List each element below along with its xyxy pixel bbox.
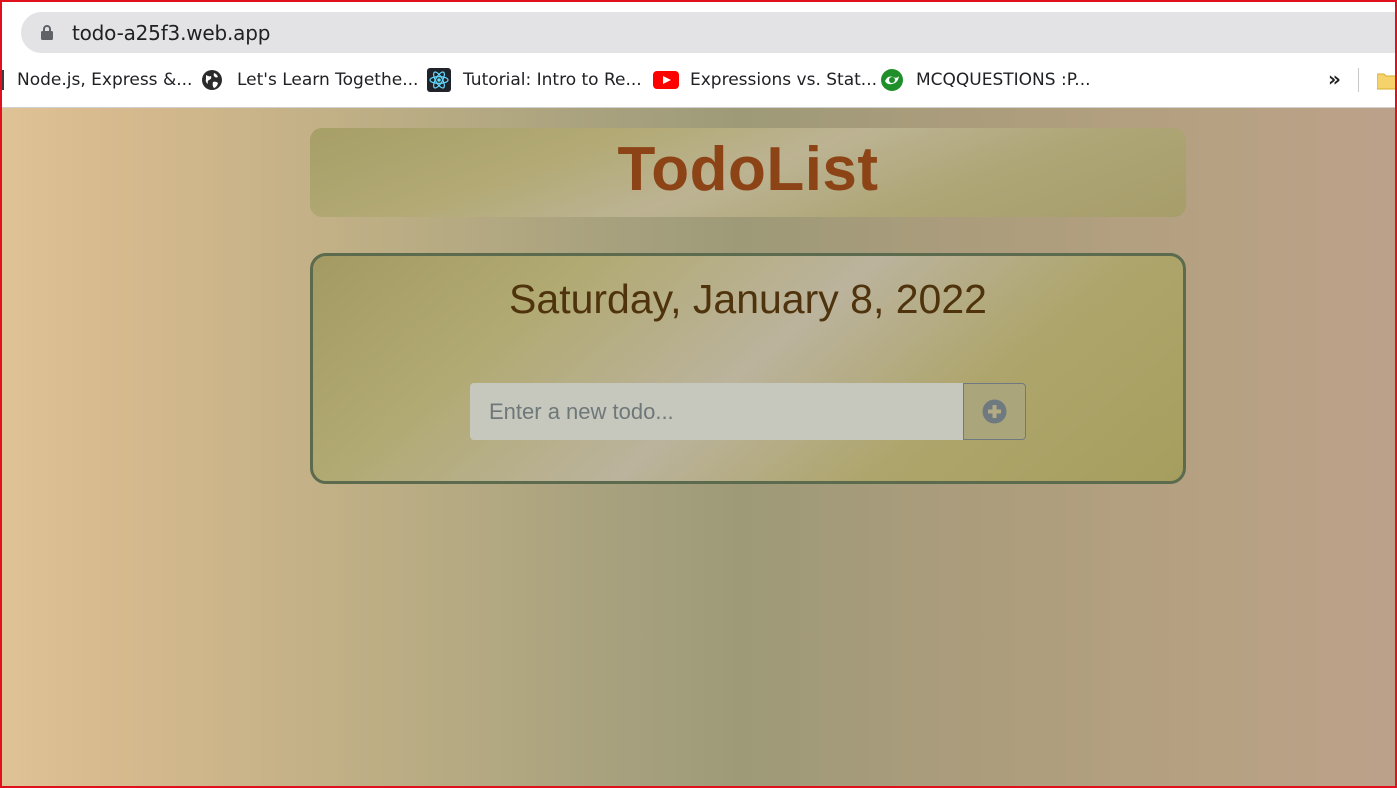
youtube-icon (653, 71, 679, 89)
mcq-icon (881, 69, 903, 91)
current-date: Saturday, January 8, 2022 (509, 276, 987, 322)
heading-box: TodoList (310, 128, 1186, 217)
bookmark-react-tutorial[interactable]: Tutorial: Intro to Re... (427, 62, 642, 98)
bookmark-lets-learn[interactable]: Let's Learn Togethe... (201, 62, 418, 98)
bookmark-label: Tutorial: Intro to Re... (463, 70, 642, 90)
bookmark-label: Node.js, Express &... (17, 70, 193, 90)
bookmarks-divider (1358, 68, 1359, 92)
bookmark-favicon-icon (0, 70, 4, 90)
react-icon (427, 68, 451, 92)
bookmark-label: Expressions vs. Stat... (690, 70, 878, 90)
url-text[interactable]: todo-a25f3.web.app (72, 21, 270, 45)
add-todo-button[interactable] (963, 383, 1026, 440)
new-todo-form (470, 383, 1026, 440)
bookmark-mcqquestions[interactable]: MCQQUESTIONS :P... (880, 62, 1091, 98)
todo-page: TodoList Saturday, January 8, 2022 (0, 108, 1397, 788)
plus-circle-icon (982, 399, 1007, 424)
new-todo-input[interactable] (470, 383, 964, 440)
more-bookmarks-chevron-icon[interactable]: » (1328, 67, 1341, 91)
browser-chrome: todo-a25f3.web.app Node.js, Express &...… (0, 0, 1397, 108)
app-title: TodoList (617, 135, 879, 204)
folder-icon[interactable] (1377, 70, 1397, 90)
bookmark-nodejs[interactable]: Node.js, Express &... (0, 62, 192, 98)
bookmark-expressions[interactable]: Expressions vs. Stat... (653, 62, 877, 98)
address-bar[interactable]: todo-a25f3.web.app (21, 12, 1397, 53)
todo-card: Saturday, January 8, 2022 (310, 253, 1186, 484)
globe-icon (202, 70, 222, 90)
bookmark-label: Let's Learn Togethe... (237, 70, 419, 90)
bookmark-label: MCQQUESTIONS :P... (916, 70, 1091, 90)
bookmarks-bar: Node.js, Express &... Let's Learn Togeth… (0, 62, 1397, 98)
lock-icon (41, 25, 53, 40)
